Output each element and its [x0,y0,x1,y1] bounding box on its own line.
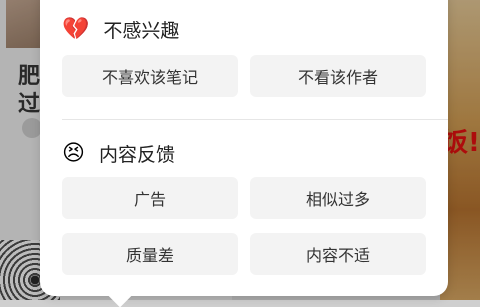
option-inappropriate-button[interactable]: 内容不适 [250,233,426,275]
section-content-feedback-header: 😣 内容反馈 [62,140,175,167]
section-not-interested-header: 💔 不感兴趣 [62,16,179,43]
feedback-popover: 💔 不感兴趣 不喜欢该笔记 不看该作者 😣 内容反馈 广告 相似过多 质量差 内… [40,0,448,307]
option-too-similar-button[interactable]: 相似过多 [250,177,426,219]
option-ad-button[interactable]: 广告 [62,177,238,219]
annoyed-face-icon: 😣 [62,140,85,166]
option-low-quality-button[interactable]: 质量差 [62,233,238,275]
section-title: 内容反馈 [98,144,175,166]
broken-heart-icon: 💔 [62,16,90,42]
section-title: 不感兴趣 [103,20,180,42]
option-hide-author-button[interactable]: 不看该作者 [250,55,426,97]
popover-pointer [108,284,132,307]
section-divider [62,119,448,120]
option-dislike-note-button[interactable]: 不喜欢该笔记 [62,55,238,97]
